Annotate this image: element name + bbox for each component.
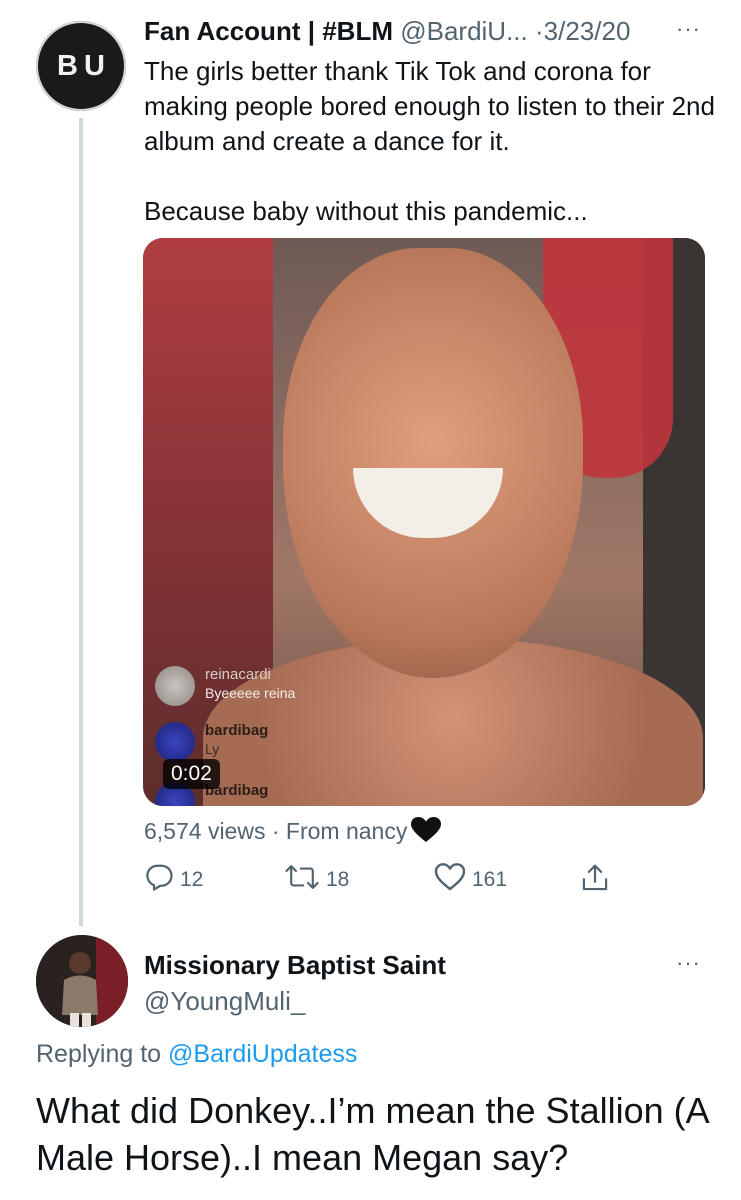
- video-frame-face: [283, 248, 583, 678]
- comment-message: Ly: [205, 741, 220, 757]
- tweet-actions: 12 18 161: [144, 862, 664, 902]
- replying-prefix: Replying to: [36, 1040, 162, 1068]
- header-separator: ·: [535, 16, 544, 46]
- avatar-initials: BU: [57, 49, 111, 82]
- like-count: 161: [472, 868, 508, 891]
- tweet-date[interactable]: 3/23/20: [544, 16, 631, 46]
- more-icon[interactable]: ···: [676, 950, 701, 976]
- tweet-header: Fan Account | #BLM @BardiU... ·3/23/20: [144, 14, 630, 48]
- reply-count: 12: [180, 868, 204, 891]
- author-display-name[interactable]: Fan Account | #BLM: [144, 16, 393, 46]
- like-button[interactable]: 161: [434, 862, 507, 898]
- author-avatar[interactable]: BU: [36, 21, 126, 111]
- comment-message: Byeeeee reina: [205, 685, 296, 701]
- more-icon[interactable]: ···: [676, 16, 701, 42]
- replying-to-link[interactable]: @BardiUpdatess: [168, 1040, 357, 1068]
- reply-button[interactable]: 12: [144, 862, 203, 898]
- share-button[interactable]: [580, 862, 610, 900]
- black-heart-icon: [411, 817, 442, 850]
- author-avatar[interactable]: [36, 935, 128, 1027]
- view-count-line: 6,574 views · From nancy: [144, 816, 442, 850]
- comment-user: bardibag: [205, 722, 269, 739]
- avatar-photo: [36, 935, 128, 1027]
- reply-icon: [144, 862, 174, 898]
- source-separator: ·: [271, 818, 280, 844]
- replying-to-line: Replying to @BardiUpdatess: [36, 1037, 357, 1071]
- author-display-name[interactable]: Missionary Baptist Saint: [144, 948, 446, 982]
- live-comment: reinacardi Byeeeee reina: [155, 666, 295, 706]
- comment-user: reinacardi: [205, 666, 271, 683]
- like-icon: [434, 862, 466, 898]
- video-player[interactable]: reinacardi Byeeeee reina bardibag Ly bar…: [143, 238, 705, 806]
- share-icon: [580, 862, 610, 900]
- comment-avatar: [155, 666, 195, 706]
- tweet-text: What did Donkey..I’m mean the Stallion (…: [36, 1090, 708, 1178]
- video-source: From nancy: [285, 818, 408, 844]
- live-comment: bardibag Ly: [155, 722, 268, 762]
- retweet-button[interactable]: 18: [284, 862, 349, 898]
- tweet-text: The girls better thank Tik Tok and coron…: [144, 54, 719, 229]
- view-count: 6,574 views: [144, 818, 266, 844]
- comment-avatar: [155, 722, 195, 762]
- retweet-icon: [284, 862, 320, 898]
- author-handle[interactable]: @BardiU...: [400, 16, 528, 46]
- thread-line: [79, 118, 83, 926]
- tweet-text-paragraph: Because baby without this pandemic...: [144, 196, 588, 226]
- video-duration-badge: 0:02: [163, 759, 220, 789]
- author-handle[interactable]: @YoungMuli_: [144, 984, 305, 1018]
- retweet-count: 18: [326, 868, 350, 891]
- tweet-text-paragraph: The girls better thank Tik Tok and coron…: [144, 56, 715, 156]
